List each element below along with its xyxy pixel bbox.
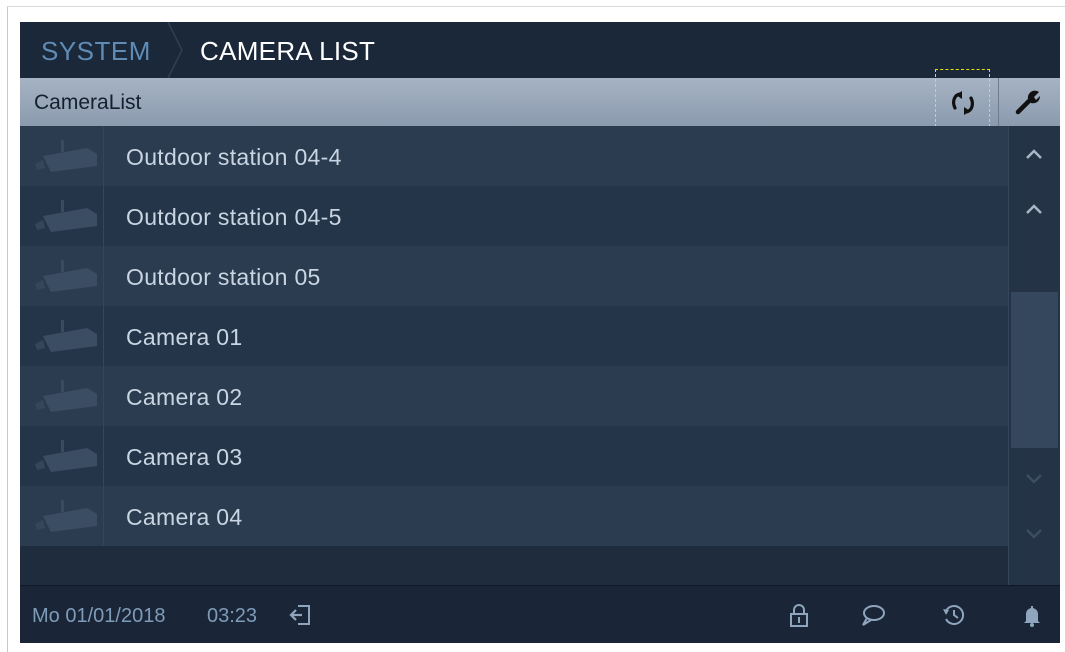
list-item[interactable]: Camera 02 [20, 366, 1008, 426]
camera-icon [35, 140, 97, 172]
status-time: 03:23 [207, 605, 258, 627]
settings-button[interactable] [1000, 78, 1060, 126]
breadcrumb-system[interactable]: SYSTEM [41, 36, 151, 67]
window-border-top [7, 6, 1065, 7]
camera-label: Camera 02 [126, 384, 243, 410]
camera-thumbnail [20, 126, 104, 186]
camera-label: Outdoor station 04-5 [126, 204, 342, 230]
bell-icon[interactable] [1019, 602, 1045, 628]
logout-icon[interactable] [288, 602, 314, 628]
list-item[interactable]: Outdoor station 04-5 [20, 186, 1008, 246]
camera-icon [35, 500, 97, 532]
chevron-down-icon [1026, 474, 1042, 484]
chevron-up-icon [1026, 204, 1042, 214]
list-item[interactable]: Outdoor station 04-4 [20, 126, 1008, 186]
page-up-button[interactable] [1009, 126, 1060, 186]
camera-thumbnail [20, 246, 104, 306]
page-down-button[interactable] [1009, 506, 1060, 566]
list-item[interactable]: Camera 01 [20, 306, 1008, 366]
scroll-down-button[interactable] [1009, 451, 1060, 511]
camera-thumbnail [20, 306, 104, 366]
camera-icon [35, 320, 97, 352]
list-title: CameraList [34, 91, 142, 114]
header-divider [998, 78, 999, 126]
window-border [7, 6, 8, 652]
camera-thumbnail [20, 426, 104, 486]
camera-icon [35, 200, 97, 232]
list-item[interactable]: Camera 03 [20, 426, 1008, 486]
camera-list-screen: SYSTEM CAMERA LIST CameraList Outdoor st… [20, 22, 1060, 643]
status-bar: Mo 01/01/2018 03:23 [20, 586, 1060, 643]
camera-list: Outdoor station 04-4 Outdoor station 04-… [20, 126, 1008, 546]
scroll-up-button[interactable] [1009, 181, 1060, 241]
camera-label: Outdoor station 04-4 [126, 144, 342, 170]
camera-thumbnail [20, 486, 104, 546]
breadcrumb-separator-icon [167, 22, 183, 78]
camera-label: Camera 03 [126, 444, 243, 470]
chevron-up-icon [1026, 149, 1042, 159]
scroll-thumb[interactable] [1011, 292, 1058, 448]
camera-icon [35, 260, 97, 292]
chevron-down-icon [1026, 529, 1042, 539]
camera-icon [35, 440, 97, 472]
refresh-icon [952, 91, 974, 115]
breadcrumb: SYSTEM CAMERA LIST [20, 22, 1060, 78]
lock-icon[interactable] [786, 602, 812, 628]
status-date: Mo 01/01/2018 [32, 605, 166, 627]
list-item[interactable]: Outdoor station 05 [20, 246, 1008, 306]
list-item[interactable]: Camera 04 [20, 486, 1008, 546]
camera-thumbnail [20, 366, 104, 426]
camera-label: Outdoor station 05 [126, 264, 321, 290]
camera-thumbnail [20, 186, 104, 246]
refresh-button[interactable] [935, 69, 990, 132]
message-icon[interactable] [860, 602, 886, 628]
wrench-icon [1015, 90, 1041, 115]
page-title: CAMERA LIST [200, 36, 376, 66]
scrollbar[interactable] [1008, 126, 1060, 586]
list-header: CameraList [20, 69, 1060, 132]
camera-label: Camera 04 [126, 504, 243, 530]
camera-label: Camera 01 [126, 324, 243, 350]
history-icon[interactable] [941, 602, 967, 628]
camera-icon [35, 380, 97, 412]
